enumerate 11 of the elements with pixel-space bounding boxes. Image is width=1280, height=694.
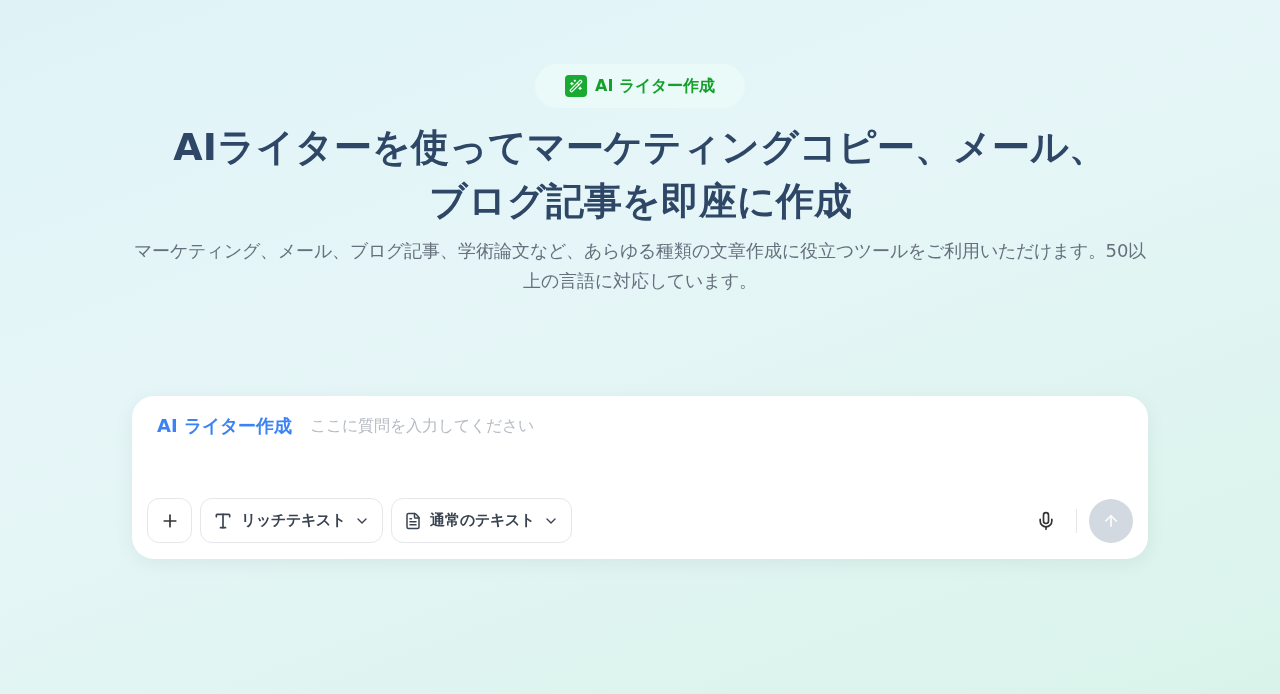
badge-label: AI ライター作成 bbox=[595, 75, 715, 97]
format-dropdown[interactable]: 通常のテキスト bbox=[391, 498, 572, 543]
page-subtitle: マーケティング、メール、ブログ記事、学術論文など、あらゆる種類の文章作成に役立つツールをご利用いただけます。50以上の言語に対応しています。 bbox=[132, 239, 1148, 293]
page-heading: AIライターを使ってマーケティングコピー、メール、ブログ記事を即座に作成 bbox=[172, 124, 1108, 225]
add-button[interactable] bbox=[147, 498, 192, 543]
question-input[interactable]: ここに質問を入力してください bbox=[309, 413, 1123, 438]
format-dropdown[interactable]: リッチテキスト bbox=[200, 498, 383, 543]
wand-icon bbox=[565, 75, 588, 97]
document-icon bbox=[404, 511, 422, 530]
composer-label: AI ライター作成 bbox=[157, 414, 292, 438]
microphone-icon bbox=[1036, 510, 1056, 531]
